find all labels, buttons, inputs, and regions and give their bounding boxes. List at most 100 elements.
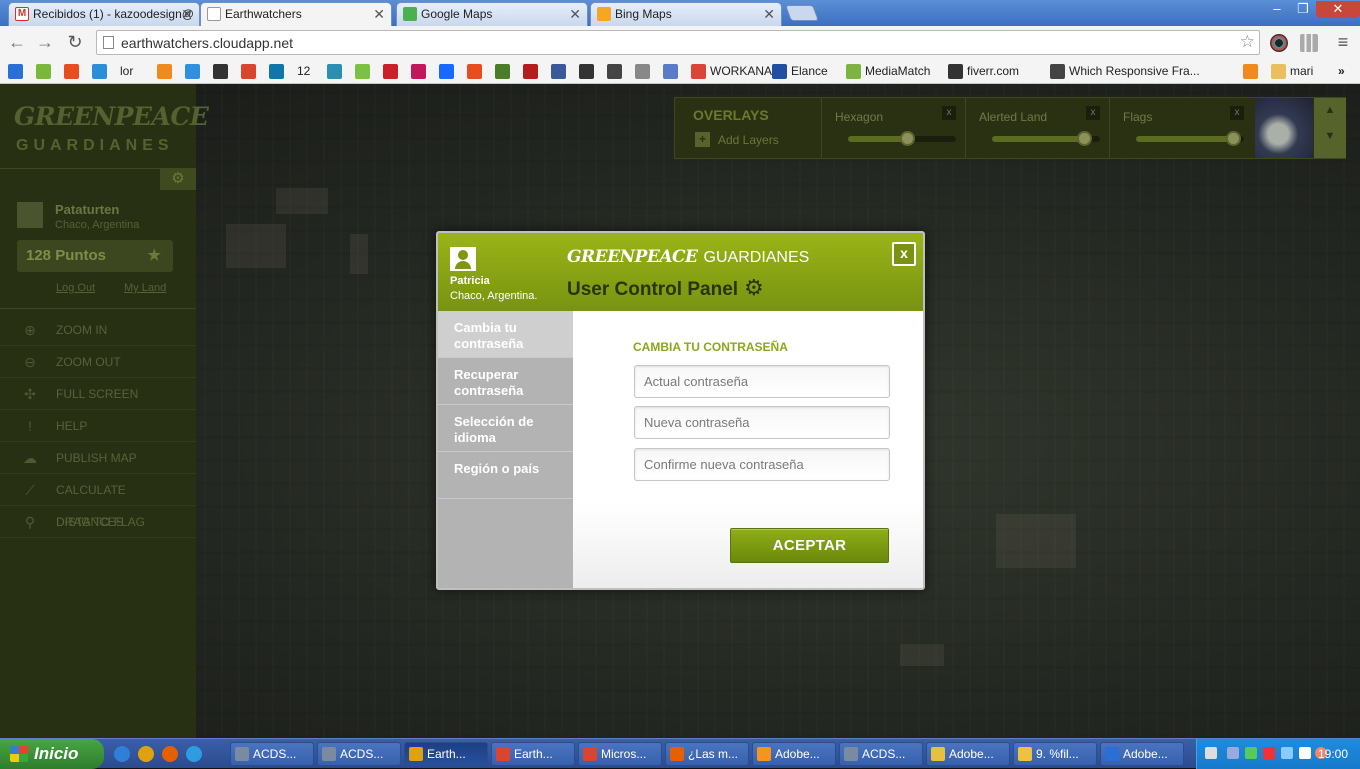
bookmark-item[interactable] <box>467 63 482 79</box>
taskbar-item[interactable]: Micros... <box>578 742 662 766</box>
sidebar-item-help[interactable]: ! HELP <box>0 410 196 442</box>
maximize-button[interactable]: ❐ <box>1290 1 1316 18</box>
more-bookmarks-icon[interactable]: » <box>1338 63 1345 79</box>
opacity-slider-handle[interactable] <box>1226 131 1242 146</box>
bookmark-item[interactable]: WORKANA <box>691 63 772 79</box>
network-icon[interactable] <box>1245 747 1257 759</box>
remove-layer-icon[interactable]: x <box>1230 106 1244 120</box>
map-page[interactable]: GREENPEACE GUARDIANES ⚙ Pataturten Chaco… <box>0 84 1360 738</box>
arrow-icon[interactable] <box>1227 747 1239 759</box>
opacity-slider-handle[interactable] <box>900 131 916 146</box>
bookmark-item[interactable] <box>635 63 650 79</box>
ie-icon[interactable] <box>114 746 130 762</box>
add-layers-button[interactable]: + Add Layers <box>695 132 779 147</box>
bookmark-item[interactable] <box>327 63 342 79</box>
signal-bars-icon[interactable] <box>1300 34 1318 52</box>
tab-google-maps[interactable]: Google Maps ✕ <box>396 2 588 26</box>
bookmark-item[interactable] <box>663 63 678 79</box>
tab-close-icon[interactable]: ✕ <box>763 3 775 25</box>
bookmark-item[interactable]: lor <box>120 63 133 79</box>
sidebar-item-full-screen[interactable]: ✣ FULL SCREEN <box>0 378 196 410</box>
bookmark-item[interactable] <box>579 63 594 79</box>
bookmark-item[interactable] <box>607 63 622 79</box>
scroll-down-icon[interactable]: ▼ <box>1314 130 1346 142</box>
sidebar-item-drag-to-flag[interactable]: ⚲ DRAG TO FLAG <box>0 506 196 538</box>
bookmark-item[interactable]: Elance <box>772 63 828 79</box>
bookmark-item[interactable]: 12 <box>297 63 310 79</box>
bookmark-item[interactable] <box>439 63 454 79</box>
bookmark-item[interactable] <box>64 63 79 79</box>
accept-button[interactable]: ACEPTAR <box>730 528 889 563</box>
tab-close-icon[interactable]: ✕ <box>373 3 385 25</box>
start-button[interactable]: Inicio <box>0 739 104 769</box>
bookmark-item[interactable] <box>551 63 566 79</box>
bookmark-item[interactable]: fiverr.com <box>948 63 1019 79</box>
back-arrow-icon[interactable]: ← <box>6 32 28 54</box>
dialog-nav-item[interactable]: Selección de idioma <box>438 405 573 452</box>
scroll-up-icon[interactable]: ▲ <box>1314 104 1346 116</box>
my-land-link[interactable]: My Land <box>124 282 166 294</box>
chrome-menu-icon[interactable]: ≡ <box>1332 32 1354 54</box>
sidebar-item-publish-map[interactable]: ☁ PUBLISH MAP <box>0 442 196 474</box>
close-dialog-button[interactable]: x <box>892 242 916 266</box>
bookmark-item[interactable] <box>213 63 228 79</box>
bookmark-item[interactable] <box>241 63 256 79</box>
remove-layer-icon[interactable]: x <box>942 106 956 120</box>
tab-earthwatchers[interactable]: Earthwatchers ✕ <box>200 2 392 26</box>
logout-link[interactable]: Log Out <box>56 282 95 294</box>
address-bar[interactable]: earthwatchers.cloudapp.net ☆ <box>96 30 1260 55</box>
reload-icon[interactable]: ↻ <box>64 32 86 54</box>
dialog-nav-item[interactable]: Recuperar contraseña <box>438 358 573 405</box>
taskbar-item[interactable]: Earth... <box>404 742 488 766</box>
bookmark-item[interactable] <box>269 63 284 79</box>
remove-layer-icon[interactable]: x <box>1086 106 1100 120</box>
taskbar-item[interactable]: ACDS... <box>230 742 314 766</box>
bookmark-item[interactable] <box>8 63 23 79</box>
taskbar-item[interactable]: Adobe... <box>752 742 836 766</box>
taskbar-item[interactable]: Adobe... <box>1100 742 1184 766</box>
volume-icon[interactable] <box>1299 747 1311 759</box>
bookmark-item[interactable] <box>157 63 172 79</box>
tab-close-icon[interactable]: ✕ <box>569 3 581 25</box>
bookmark-item[interactable] <box>411 63 426 79</box>
bookmark-item[interactable] <box>92 63 107 79</box>
bookmark-item[interactable] <box>383 63 398 79</box>
bookmark-item[interactable] <box>495 63 510 79</box>
bookmark-item[interactable] <box>523 63 538 79</box>
taskbar-item[interactable]: ACDS... <box>839 742 923 766</box>
firefox-icon[interactable] <box>162 746 178 762</box>
taskbar-item[interactable]: 9. %fil... <box>1013 742 1097 766</box>
settings-gear-icon[interactable]: ⚙ <box>160 168 196 190</box>
new-tab-button[interactable] <box>785 5 819 21</box>
map-thumbnail[interactable] <box>1255 98 1313 158</box>
taskbar-item[interactable]: Adobe... <box>926 742 1010 766</box>
bookmark-item[interactable] <box>355 63 370 79</box>
confirm-password-field[interactable] <box>634 448 890 481</box>
bookmark-item[interactable] <box>36 63 51 79</box>
dialog-nav-item[interactable]: Región o país <box>438 452 573 499</box>
bookmark-item[interactable]: MediaMatch <box>846 63 930 79</box>
opacity-slider-handle[interactable] <box>1076 131 1092 146</box>
tab-gmail[interactable]: M Recibidos (1) - kazoodesign@ ✕ <box>8 2 200 26</box>
minimize-button[interactable]: – <box>1264 1 1290 18</box>
sidebar-item-calculate-distances[interactable]: ⟋ CALCULATE DISTANCES <box>0 474 196 529</box>
keyboard-icon[interactable] <box>1205 747 1217 759</box>
dropbox-icon[interactable] <box>1281 747 1293 759</box>
taskbar-item[interactable]: ACDS... <box>317 742 401 766</box>
current-password-field[interactable] <box>634 365 890 398</box>
forward-arrow-icon[interactable]: → <box>34 32 56 54</box>
taskbar-item[interactable]: ¿Las m... <box>665 742 749 766</box>
new-password-field[interactable] <box>634 406 890 439</box>
tab-close-icon[interactable]: ✕ <box>181 3 193 25</box>
tab-bing-maps[interactable]: Bing Maps ✕ <box>590 2 782 26</box>
extension-icon[interactable] <box>1270 34 1288 52</box>
close-window-button[interactable]: ✕ <box>1316 1 1360 18</box>
security-icon[interactable] <box>1263 747 1275 759</box>
bookmark-item[interactable]: mari <box>1271 63 1313 79</box>
bookmark-star-icon[interactable]: ☆ <box>1240 32 1255 52</box>
sidebar-item-zoom-in[interactable]: ⊕ ZOOM IN <box>0 314 196 346</box>
chrome-icon[interactable] <box>138 746 154 762</box>
dialog-nav-item[interactable]: Cambia tu contraseña <box>438 311 583 358</box>
sidebar-item-zoom-out[interactable]: ⊖ ZOOM OUT <box>0 346 196 378</box>
ie-edge-icon[interactable] <box>186 746 202 762</box>
